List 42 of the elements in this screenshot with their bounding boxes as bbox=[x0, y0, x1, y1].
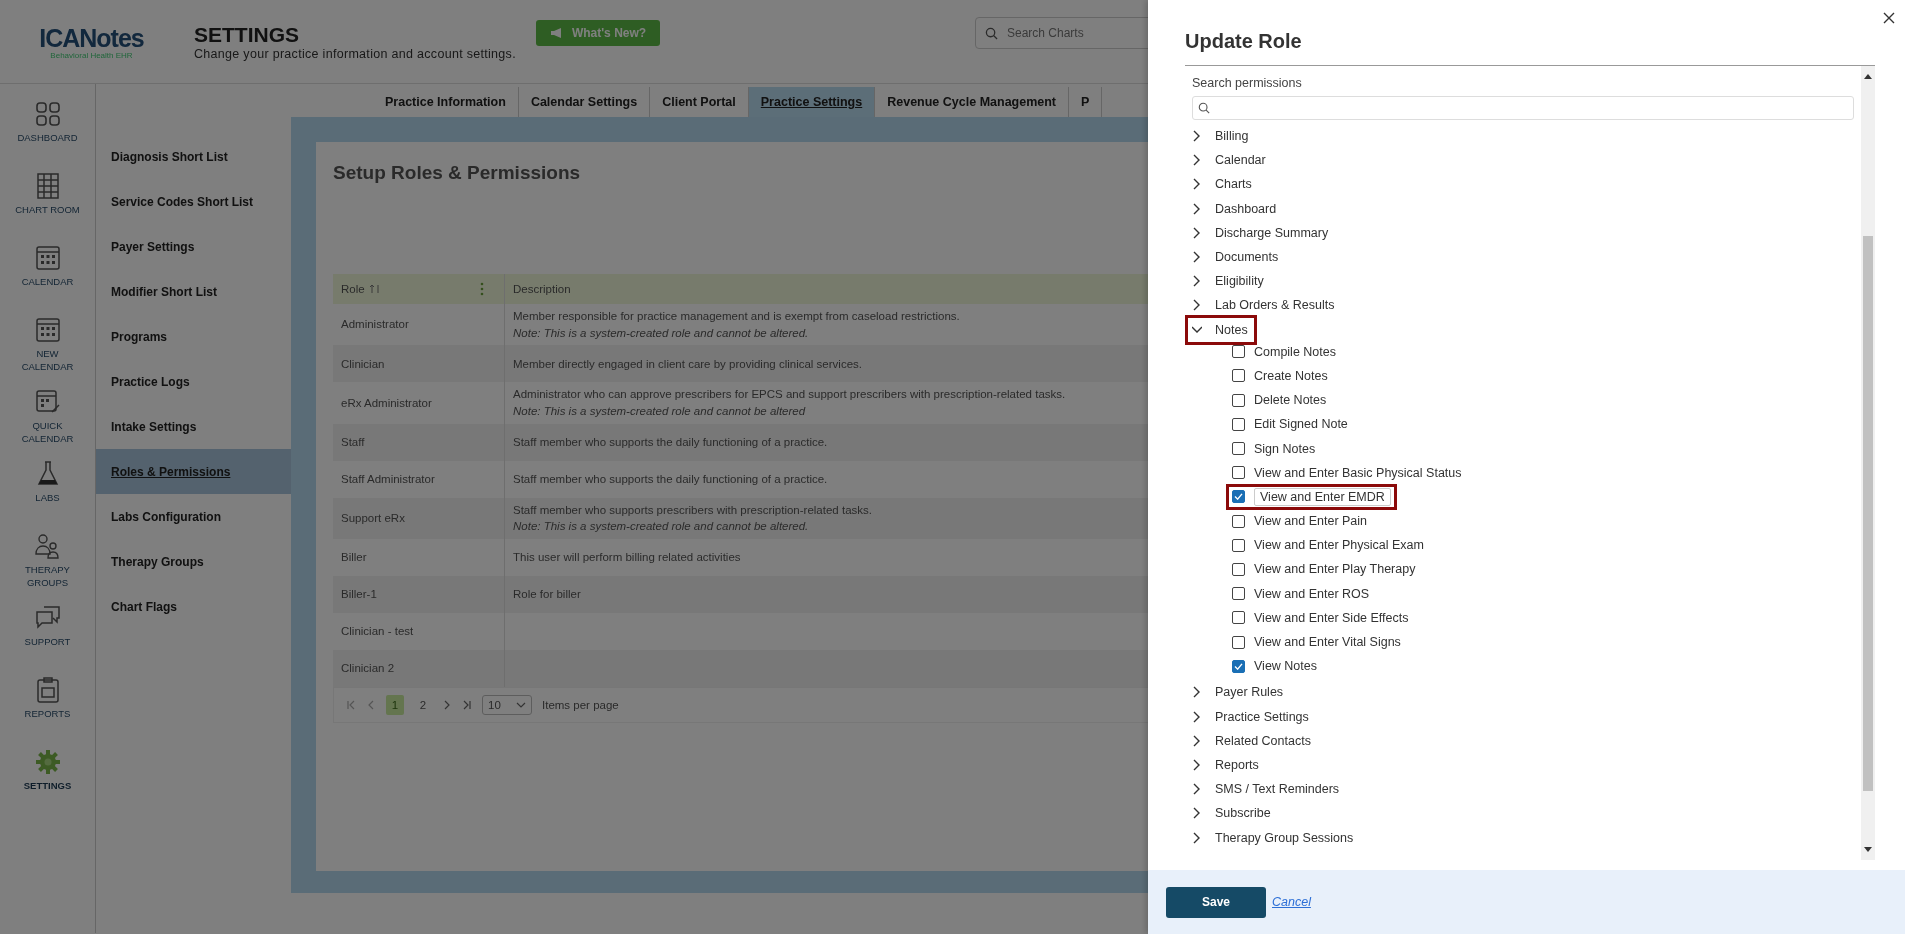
permission-label: View and Enter Basic Physical Status bbox=[1254, 465, 1462, 480]
page-subtitle: Change your practice information and account settings. bbox=[194, 46, 516, 61]
table-cell: Staff member who supports the daily functioning of a practice. bbox=[513, 470, 828, 488]
table-cell: Staff bbox=[341, 435, 365, 448]
search-label: Search permissions bbox=[1192, 76, 1303, 90]
table-cell: Role for biller bbox=[513, 586, 581, 603]
permission-label: View and Enter Side Effects bbox=[1254, 610, 1409, 625]
table-cell: Biller-1 bbox=[341, 588, 377, 601]
table-cell: This user will perform billing related activities bbox=[513, 549, 741, 566]
page-title: SETTINGS bbox=[194, 22, 300, 47]
table-cell: Administrator who can approve prescribers for EPCS and support prescribers with prescription-related tasks. bbox=[513, 386, 1066, 403]
table-cell-note: Note: This is a system-created role and cannot be altered bbox=[513, 403, 806, 420]
permission-label: Delete Notes bbox=[1254, 393, 1327, 408]
permission-label: View Notes bbox=[1254, 659, 1317, 674]
table-cell: Member responsible for practice management and is exempt from caseload restrictions. bbox=[513, 308, 960, 325]
permission-label: Create Notes bbox=[1254, 368, 1328, 383]
section-title: Setup Roles & Permissions bbox=[333, 162, 581, 184]
permission-label: View and Enter Pain bbox=[1254, 514, 1368, 529]
permission-label: Edit Signed Note bbox=[1254, 417, 1348, 432]
table-cell-note: Note: This is a system-created role and cannot be altered. bbox=[513, 518, 809, 536]
page-size-label: Items per page bbox=[542, 699, 619, 712]
table-cell: Clinician - test bbox=[341, 625, 414, 638]
drawer-title: Update Role bbox=[1185, 30, 1875, 66]
table-cell: Administrator bbox=[341, 318, 409, 331]
table-cell: Clinician 2 bbox=[341, 662, 395, 675]
table-cell: Biller bbox=[341, 551, 367, 564]
permission-label: View and Enter EMDR bbox=[1254, 487, 1391, 506]
table-cell-note: Note: This is a system-created role and cannot be altered. bbox=[513, 324, 809, 342]
permission-label: Sign Notes bbox=[1254, 441, 1316, 456]
table-cell: Clinician bbox=[341, 357, 385, 370]
table-cell: Staff member who supports the daily functioning of a practice. bbox=[513, 433, 828, 451]
permission-label: View and Enter ROS bbox=[1254, 586, 1370, 601]
logo-tagline: Behavioral Health EHR bbox=[50, 50, 133, 60]
table-cell: Staff Administrator bbox=[341, 472, 435, 485]
permission-label: View and Enter Play Therapy bbox=[1254, 562, 1416, 577]
table-cell: Staff member who supports prescribers with prescription-related tasks. bbox=[513, 501, 872, 519]
permission-label: Compile Notes bbox=[1254, 344, 1336, 359]
permission-label: View and Enter Vital Signs bbox=[1254, 635, 1401, 650]
permission-label: View and Enter Physical Exam bbox=[1254, 538, 1424, 553]
table-cell: Support eRx bbox=[341, 512, 405, 524]
table-cell: Member directly engaged in client care by providing clinical services. bbox=[513, 355, 862, 373]
table-cell: eRx Administrator bbox=[341, 396, 432, 409]
